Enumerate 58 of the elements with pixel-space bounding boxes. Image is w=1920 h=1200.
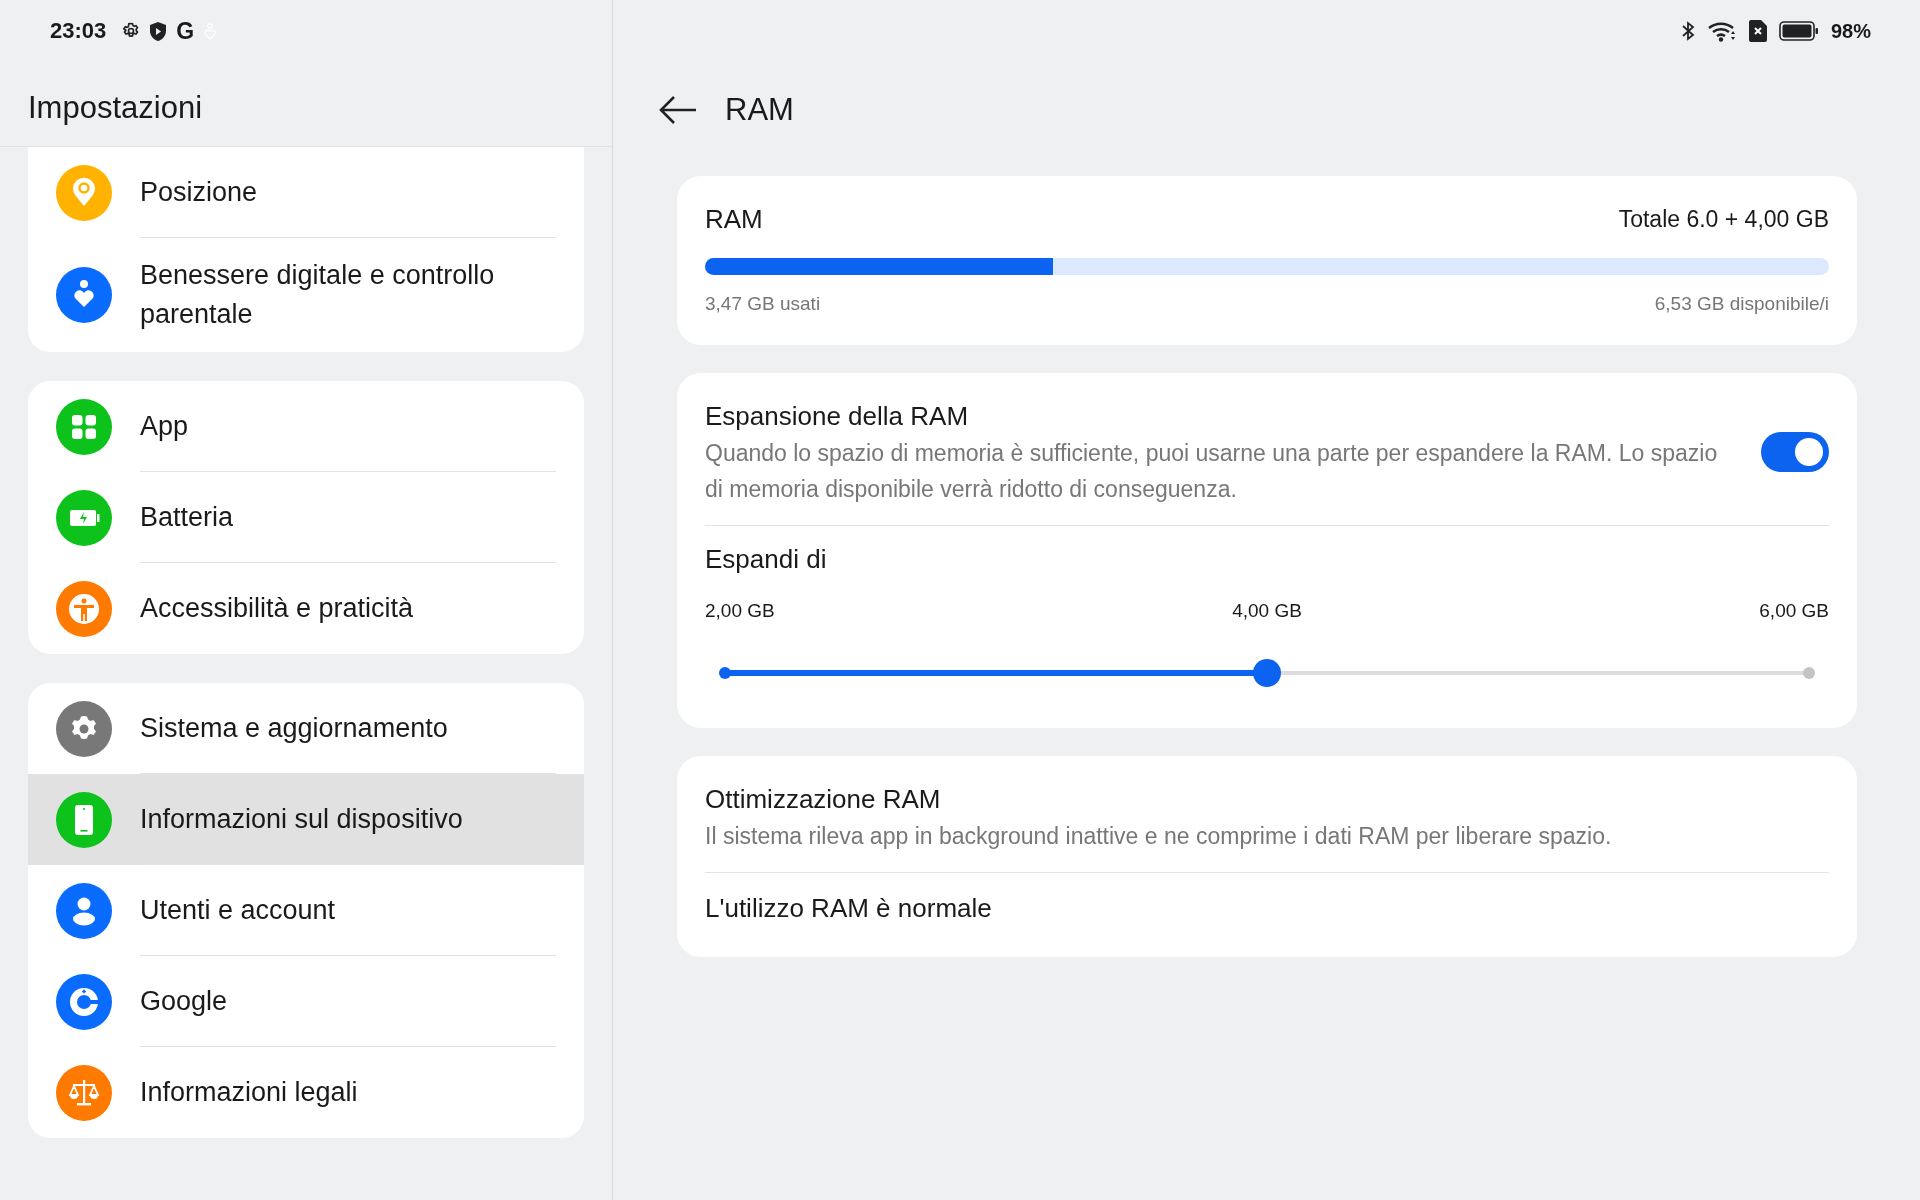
card-title: Ottimizzazione RAM <box>705 783 942 816</box>
settings-item-label: Benessere digitale e controllo parentale <box>140 259 496 331</box>
location-pin-icon <box>56 164 112 221</box>
settings-item[interactable]: Benessere digitale e controllo parentale <box>28 238 584 352</box>
ram-status: L'utilizzo RAM è normale <box>705 892 993 925</box>
battery-percent: 98% <box>1830 19 1871 43</box>
settings-item[interactable]: Posizione <box>28 147 584 238</box>
settings-item-label: App <box>140 409 189 443</box>
wifi-icon <box>1706 20 1737 42</box>
sim-off-icon <box>1748 20 1767 42</box>
settings-item[interactable]: Utenti e account <box>28 865 584 956</box>
toggle-switch[interactable] <box>1761 432 1829 472</box>
slider-end-dot <box>1803 667 1815 679</box>
battery-icon <box>1778 20 1819 42</box>
user-icon <box>56 882 112 939</box>
optimization-description: Il sistema rileva app in background inattive e ne comprime i dati RAM per liberare spazio. <box>705 822 1613 851</box>
slider-tick-label: 2,00 GB <box>705 600 775 622</box>
gear-icon <box>122 22 141 40</box>
card-title: Espansione della RAM <box>705 400 970 433</box>
settings-title: Impostazioni <box>27 89 204 127</box>
page-title: RAM <box>725 92 794 128</box>
settings-item[interactable]: Google <box>28 956 584 1047</box>
slider-tick-label: 6,00 GB <box>1759 600 1829 622</box>
settings-item-label: Informazioni legali <box>140 1076 358 1109</box>
slider-end-dot <box>719 667 731 679</box>
status-time: 23:03 <box>50 18 107 44</box>
expand-label: Espandi di <box>705 543 828 576</box>
card-title: RAM <box>705 203 763 236</box>
expansion-slider[interactable] <box>719 658 1815 688</box>
ram-total: Totale 6.0 + 4,00 GB <box>1618 205 1829 233</box>
settings-item[interactable]: Batteria <box>28 472 584 563</box>
gear-icon <box>56 700 112 757</box>
google-notification-glyph: G <box>176 17 195 45</box>
shield-play-icon <box>150 21 167 41</box>
settings-item[interactable]: Accessibilità e praticità <box>28 563 584 654</box>
scales-icon <box>56 1064 112 1121</box>
settings-item-label: Informazioni sul dispositivo <box>140 802 463 836</box>
battery-charging-icon <box>56 489 112 546</box>
settings-item-label: Google <box>140 984 228 1018</box>
ram-available: 6,53 GB disponibile/i <box>1654 293 1829 315</box>
slider-tick-label: 4,00 GB <box>1232 600 1302 622</box>
phone-icon <box>56 791 112 848</box>
bluetooth-icon <box>1680 21 1695 41</box>
settings-item[interactable]: Informazioni sul dispositivo <box>28 774 584 865</box>
settings-item-label: Batteria <box>140 500 234 534</box>
accessibility-icon <box>56 580 112 637</box>
back-arrow-icon[interactable] <box>659 95 697 125</box>
settings-item[interactable]: Informazioni legali <box>28 1047 584 1138</box>
settings-item-label: Utenti e account <box>140 893 336 927</box>
settings-item-label: Sistema e aggiornamento <box>140 711 448 745</box>
settings-item-label: Accessibilità e praticità <box>140 592 414 625</box>
ram-used: 3,47 GB usati <box>705 293 821 315</box>
settings-item[interactable]: App <box>28 381 584 472</box>
apps-grid-icon <box>56 398 112 455</box>
heart-person-icon <box>56 267 112 323</box>
expansion-description: Quando lo spazio di memoria è sufficiente, puoi usarne una parte per espandere la RAM. Lo spazio di memoria disponibile verrà ridotto di conseguenza. <box>705 439 1719 504</box>
settings-item-label: Posizione <box>140 175 258 209</box>
slider-thumb[interactable] <box>1253 659 1281 687</box>
